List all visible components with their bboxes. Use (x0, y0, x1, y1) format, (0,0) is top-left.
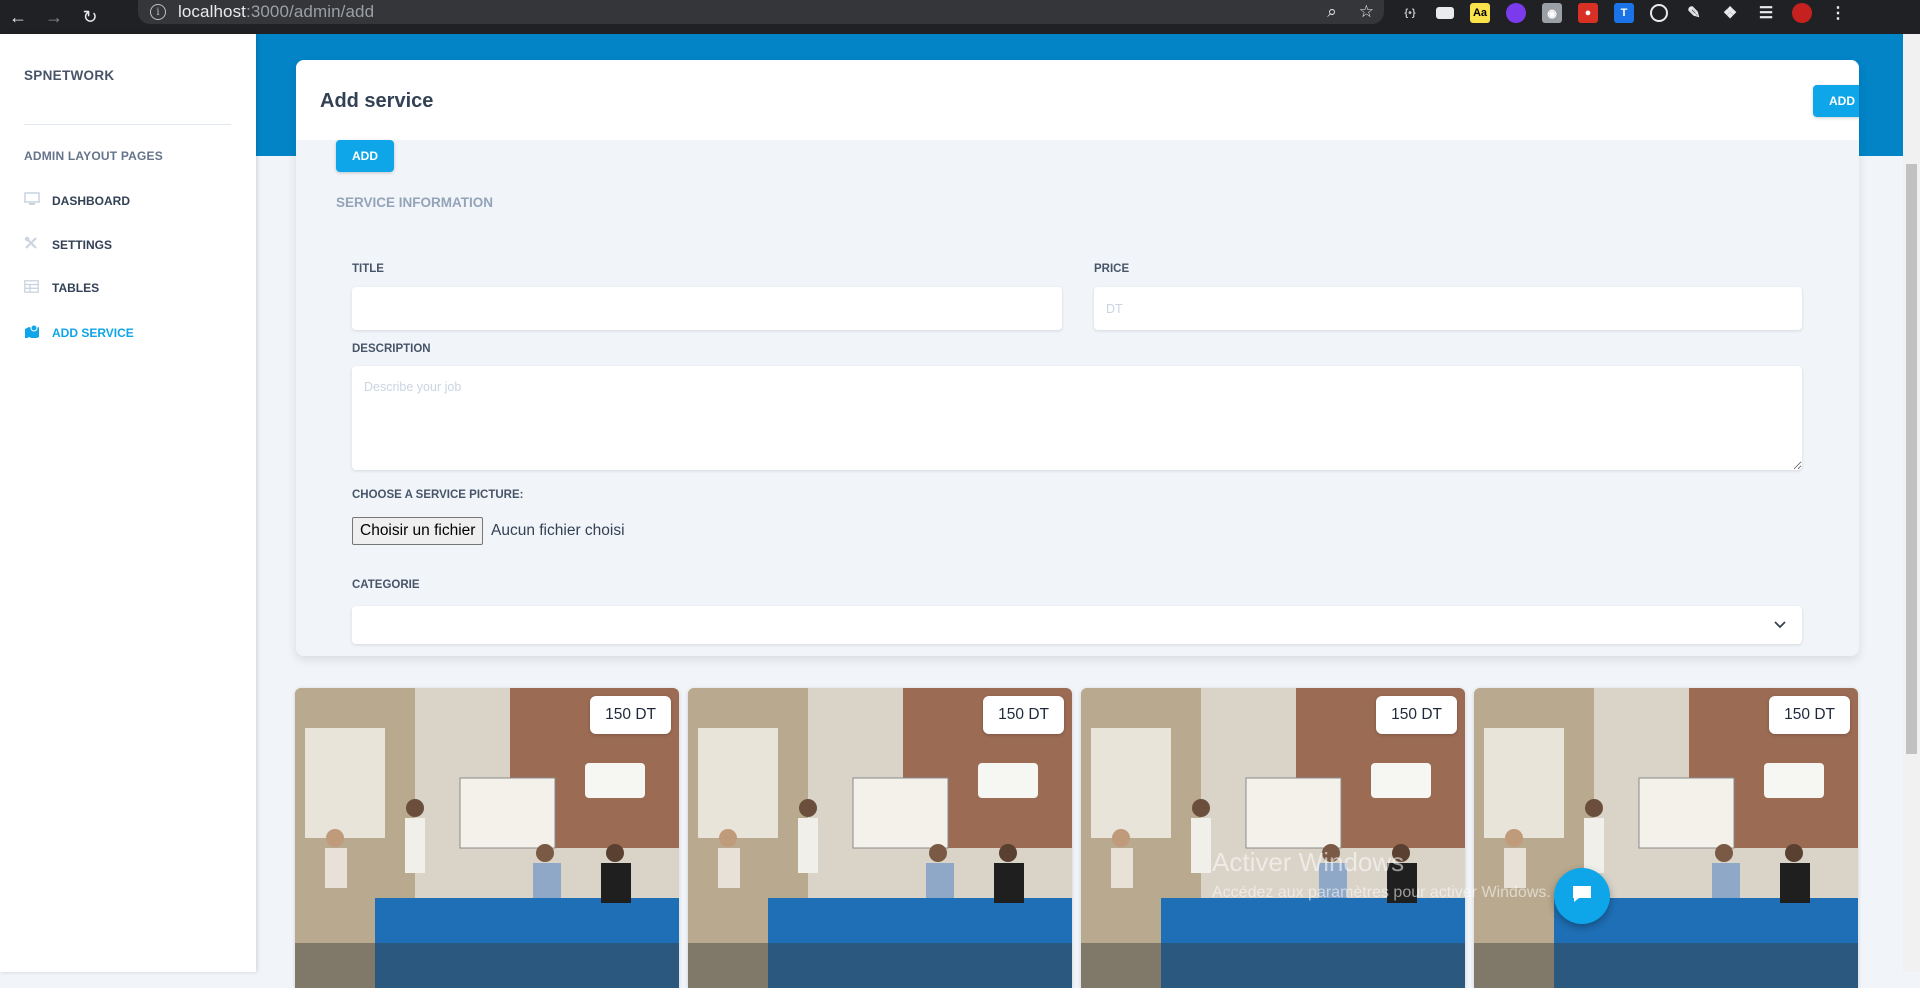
sidebar-divider (24, 124, 231, 125)
watermark-subtitle: Accédez aux paramètres pour activer Wind… (1212, 884, 1551, 901)
url-text[interactable]: localhost:3000/admin/add (178, 2, 374, 22)
reload-icon[interactable]: ↻ (72, 0, 108, 34)
add-button[interactable]: ADD (336, 140, 394, 172)
description-textarea[interactable] (352, 366, 1802, 470)
add-service-card: Add service ADD ADD SERVICE INFORMATION … (296, 60, 1859, 656)
title-input[interactable] (352, 287, 1062, 330)
puzzle-extensions-icon[interactable]: ❖ (1720, 3, 1740, 23)
service-card[interactable]: 150 DT (688, 688, 1072, 988)
dictionary-extension-icon[interactable]: Aa (1470, 3, 1490, 23)
category-label: CATEGORIE (352, 579, 420, 591)
sidebar-section-title: ADMIN LAYOUT PAGES (24, 149, 163, 163)
table-icon (24, 280, 42, 296)
bookmark-star-icon[interactable]: ☆ (1359, 2, 1374, 22)
fire-extension-icon[interactable]: ● (1578, 3, 1598, 23)
service-card[interactable]: 150 DT (1081, 688, 1465, 988)
category-select[interactable] (352, 606, 1802, 644)
add-button-header[interactable]: ADD (1813, 85, 1859, 117)
color-extension-icon[interactable] (1506, 3, 1526, 23)
price-badge: 150 DT (1769, 696, 1850, 734)
service-card[interactable]: 150 DT (1474, 688, 1858, 988)
page-title: Add service (320, 90, 434, 112)
price-label: PRICE (1094, 263, 1130, 275)
chat-button[interactable] (1554, 868, 1610, 924)
site-info-icon[interactable]: i (150, 4, 166, 20)
address-bar[interactable]: i localhost:3000/admin/add ⌕ ☆ (138, 0, 1384, 24)
service-card[interactable]: 150 DT (295, 688, 679, 988)
main-content: Add service ADD ADD SERVICE INFORMATION … (256, 34, 1920, 988)
forward-arrow-icon[interactable]: → (36, 0, 72, 34)
sidebar-item-label: TABLES (52, 281, 100, 295)
page-scrollbar[interactable] (1903, 34, 1920, 972)
map-icon (24, 324, 42, 341)
monitor-icon (24, 192, 42, 209)
target-extension-icon[interactable] (1650, 4, 1668, 22)
translate-extension-icon[interactable]: T (1614, 3, 1634, 23)
card-header: Add service ADD (296, 60, 1859, 140)
profile-avatar-icon[interactable] (1792, 3, 1812, 23)
sidebar: SPNETWORK ADMIN LAYOUT PAGES DASHBOARD S… (0, 34, 256, 972)
scrollbar-thumb[interactable] (1906, 164, 1917, 754)
sidebar-item-add-service[interactable]: ADD SERVICE (24, 324, 134, 341)
sidebar-item-label: ADD SERVICE (52, 325, 134, 340)
zoom-out-icon[interactable]: ⌕ (1327, 2, 1337, 22)
sidebar-item-label: SETTINGS (52, 237, 113, 252)
sidebar-item-label: DASHBOARD (52, 193, 130, 208)
price-badge: 150 DT (590, 696, 671, 734)
menu-dots-icon[interactable]: ⋮ (1828, 3, 1848, 23)
price-badge: 150 DT (1376, 696, 1457, 734)
back-arrow-icon[interactable]: ← (0, 0, 36, 34)
watermark-title: Activer Windows (1212, 847, 1405, 877)
camera-extension-icon[interactable]: ◉ (1542, 3, 1562, 23)
tools-icon (24, 236, 42, 253)
title-label: TITLE (352, 263, 384, 275)
json-extension-icon[interactable]: {•} (1400, 3, 1420, 23)
price-input[interactable] (1094, 287, 1802, 330)
choose-file-button[interactable]: Choisir un fichier (352, 517, 484, 545)
chevron-down-icon (1774, 616, 1786, 632)
browser-toolbar: ← → ↻ i localhost:3000/admin/add ⌕ ☆ {•}… (0, 0, 1920, 34)
pen-extension-icon[interactable]: ✎ (1684, 3, 1704, 23)
windows-activation-watermark: Activer Windows Accédez aux paramètres p… (1212, 847, 1551, 902)
brand-logo[interactable]: SPNETWORK (24, 68, 114, 83)
section-heading: SERVICE INFORMATION (336, 195, 494, 210)
sidebar-item-settings[interactable]: SETTINGS (24, 236, 112, 253)
description-label: DESCRIPTION (352, 343, 431, 355)
picture-label: CHOOSE A SERVICE PICTURE: (352, 489, 524, 501)
chat-bubble-icon (1571, 884, 1593, 909)
file-status-text: Aucun fichier choisi (491, 522, 625, 539)
sidebar-item-tables[interactable]: TABLES (24, 280, 99, 296)
sidebar-item-dashboard[interactable]: DASHBOARD (24, 192, 130, 209)
playlist-icon[interactable]: ☰ (1756, 3, 1776, 23)
screen-extension-icon[interactable] (1436, 7, 1454, 19)
price-badge: 150 DT (983, 696, 1064, 734)
